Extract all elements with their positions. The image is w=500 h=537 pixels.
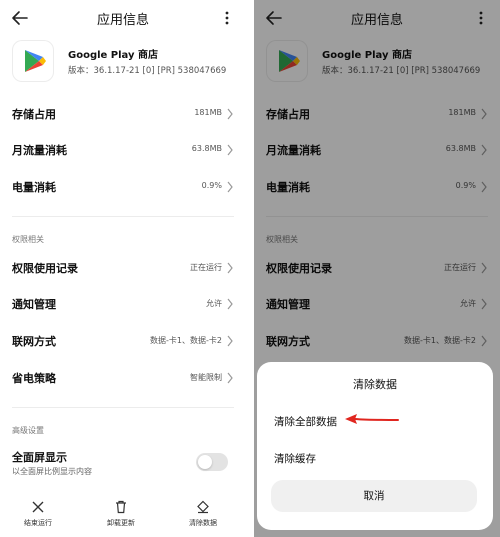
battery-row[interactable]: 电量消耗 0.9% (12, 169, 234, 205)
row-label: 通知管理 (12, 298, 56, 311)
page-title: 应用信息 (96, 13, 149, 28)
eraser-icon (197, 500, 209, 514)
app-name: Google Play 商店 (68, 50, 158, 61)
divider (12, 407, 234, 408)
row-label: 权限使用记录 (12, 262, 78, 275)
row-label: 月流量消耗 (12, 144, 67, 157)
power-saving-row[interactable]: 省电策略 智能限制 (12, 360, 234, 396)
row-value: 智能限制 (190, 373, 222, 382)
cancel-label: 取消 (363, 490, 385, 502)
row-value: 数据-卡1、数据-卡2 (150, 336, 222, 345)
row-label: 联网方式 (12, 335, 56, 348)
permission-history-row[interactable]: 权限使用记录 正在运行 (12, 250, 234, 286)
google-play-logo-icon (12, 40, 54, 82)
data-usage-row[interactable]: 月流量消耗 63.8MB (12, 132, 234, 168)
chevron-right-icon (227, 144, 233, 156)
fullscreen-subtitle: 以全面屏比例显示内容 (12, 467, 92, 476)
row-label: 存储占用 (12, 108, 56, 121)
app-version: 版本：36.1.17-21 [0] [PR] 538047669 (68, 66, 227, 76)
chevron-right-icon (227, 298, 233, 310)
clear-data-dialog: 清除数据 清除全部数据 清除缓存 取消 (257, 362, 493, 530)
notification-row[interactable]: 通知管理 允许 (12, 286, 234, 322)
row-label: 省电策略 (12, 372, 56, 385)
storage-row[interactable]: 存储占用 181MB (12, 96, 234, 132)
fullscreen-toggle[interactable] (196, 453, 228, 471)
dialog-title: 清除数据 (353, 378, 397, 391)
row-label: 电量消耗 (12, 181, 56, 194)
divider (12, 216, 234, 217)
force-stop-button[interactable]: 结束运行 (8, 496, 68, 536)
chevron-right-icon (227, 181, 233, 193)
button-label: 卸载更新 (107, 519, 135, 527)
chevron-right-icon (227, 108, 233, 120)
row-value: 63.8MB (191, 144, 222, 153)
clear-all-data-option[interactable]: 清除全部数据 (274, 414, 337, 429)
button-label: 清除数据 (189, 519, 217, 527)
panel-gap (246, 0, 254, 537)
clear-data-button[interactable]: 清除数据 (173, 496, 233, 536)
network-row[interactable]: 联网方式 数据-卡1、数据-卡2 (12, 323, 234, 359)
close-icon (32, 501, 44, 513)
chevron-right-icon (227, 262, 233, 274)
fullscreen-title: 全面屏显示 (12, 451, 67, 464)
row-value: 181MB (194, 108, 222, 117)
clear-cache-option[interactable]: 清除缓存 (274, 451, 316, 466)
row-value: 允许 (206, 299, 222, 308)
section-permissions: 权限相关 (12, 235, 44, 244)
button-label: 结束运行 (24, 519, 52, 527)
cancel-button[interactable]: 取消 (271, 480, 477, 512)
bottom-action-bar: 结束运行 卸载更新 清除数据 (0, 496, 246, 537)
more-options-icon[interactable] (222, 8, 232, 28)
app-info-screen: 应用信息 Google Play 商店 版本：36.1.17-21 [0] [P… (0, 0, 246, 537)
chevron-right-icon (227, 335, 233, 347)
app-header: Google Play 商店 版本：36.1.17-21 [0] [PR] 53… (12, 38, 242, 86)
section-advanced: 高级设置 (12, 426, 44, 435)
app-info-screen-with-dialog: 应用信息 Google Play 商店 版本：36.1.17-21 [0] [P… (254, 0, 500, 537)
screenshot-composite: 应用信息 Google Play 商店 版本：36.1.17-21 [0] [P… (0, 0, 500, 537)
red-arrow-annotation-icon (345, 414, 399, 424)
trash-icon (116, 500, 126, 514)
uninstall-updates-button[interactable]: 卸载更新 (91, 496, 151, 536)
top-bar: 应用信息 (0, 0, 246, 36)
toggle-knob (198, 455, 212, 469)
row-value: 正在运行 (190, 263, 222, 272)
chevron-right-icon (227, 372, 233, 384)
row-value: 0.9% (201, 181, 222, 190)
